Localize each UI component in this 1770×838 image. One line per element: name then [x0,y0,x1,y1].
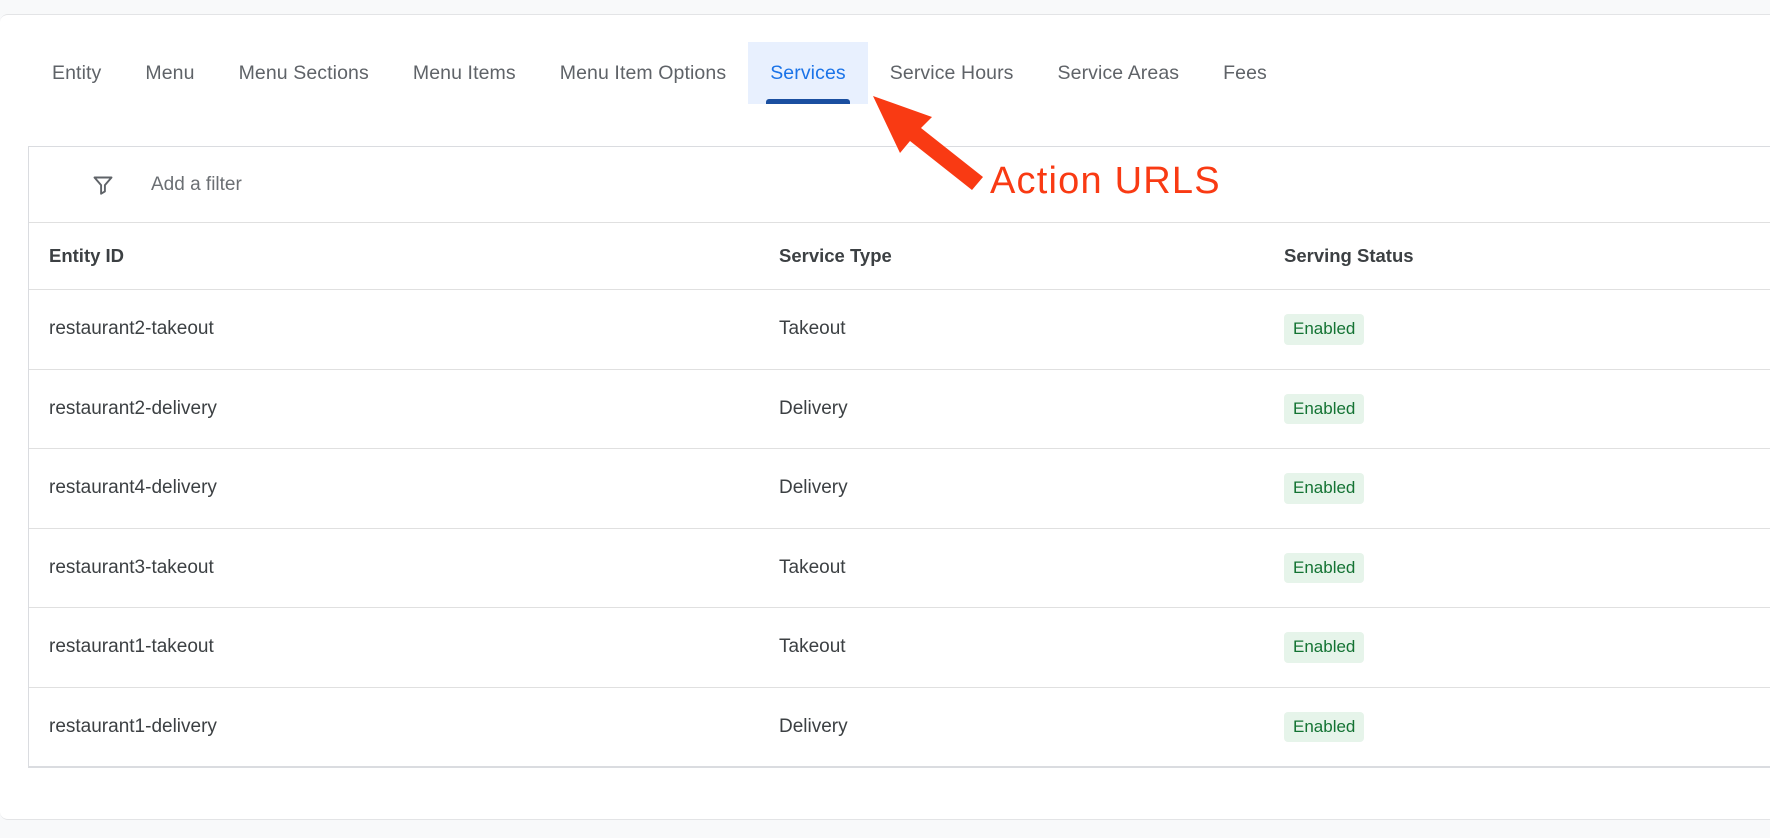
table-header: Entity ID Service Type Serving Status [29,223,1770,290]
services-table-card: Add a filter Entity ID Service Type Serv… [28,146,1770,769]
status-badge: Enabled [1284,711,1365,743]
tab-menu-items[interactable]: Menu Items [391,42,538,104]
table-body: restaurant2-takeout Takeout Enabled rest… [29,289,1770,768]
cell-entity-id: restaurant1-takeout [29,607,759,688]
cell-service-type: Takeout [759,528,1264,609]
status-badge: Enabled [1284,552,1365,584]
table-row[interactable]: restaurant2-takeout Takeout Enabled [29,289,1770,370]
cell-service-type: Delivery [759,448,1264,529]
tab-menu-sections[interactable]: Menu Sections [217,42,391,104]
cell-serving-status: Enabled [1264,607,1770,688]
tab-fees[interactable]: Fees [1201,42,1289,104]
table-header-row: Entity ID Service Type Serving Status [29,223,1770,290]
filter-funnel-icon [89,171,117,199]
app-shell: Entity Menu Menu Sections Menu Items Men… [0,0,1770,838]
table-row[interactable]: restaurant4-delivery Delivery Enabled [29,448,1770,529]
filter-bar[interactable]: Add a filter [29,147,1770,223]
tab-services[interactable]: Services [748,42,868,104]
tab-service-hours[interactable]: Service Hours [868,42,1036,104]
tab-menu[interactable]: Menu [123,42,216,104]
status-badge: Enabled [1284,393,1365,425]
cell-service-type: Takeout [759,607,1264,688]
cell-service-type: Delivery [759,369,1264,450]
table-row[interactable]: restaurant2-delivery Delivery Enabled [29,369,1770,450]
status-badge: Enabled [1284,632,1365,663]
cell-serving-status: Enabled [1264,448,1770,529]
column-header-serving-status[interactable]: Serving Status [1264,223,1770,290]
column-header-entity-id[interactable]: Entity ID [29,223,759,290]
cell-serving-status: Enabled [1264,687,1770,768]
cell-entity-id: restaurant3-takeout [29,528,759,609]
cell-serving-status: Enabled [1264,369,1770,450]
cell-serving-status: Enabled [1264,528,1770,609]
cell-entity-id: restaurant2-takeout [29,289,759,370]
tab-service-areas[interactable]: Service Areas [1036,42,1202,104]
status-badge: Enabled [1284,473,1365,504]
tab-entity[interactable]: Entity [30,42,123,104]
cell-serving-status: Enabled [1264,289,1770,370]
filter-input-placeholder[interactable]: Add a filter [151,174,242,196]
cell-service-type: Takeout [759,289,1264,370]
column-header-service-type[interactable]: Service Type [759,223,1264,290]
table-row[interactable]: restaurant1-takeout Takeout Enabled [29,607,1770,688]
status-badge: Enabled [1284,314,1365,345]
cell-entity-id: restaurant1-delivery [29,687,759,768]
table-row[interactable]: restaurant3-takeout Takeout Enabled [29,528,1770,609]
cell-service-type: Delivery [759,687,1264,768]
table-row[interactable]: restaurant1-delivery Delivery Enabled [29,687,1770,768]
tab-menu-item-options[interactable]: Menu Item Options [538,42,748,104]
cell-entity-id: restaurant4-delivery [29,448,759,529]
services-table: Entity ID Service Type Serving Status re… [29,223,1770,768]
tab-bar: Entity Menu Menu Sections Menu Items Men… [0,14,1770,104]
cell-entity-id: restaurant2-delivery [29,369,759,450]
